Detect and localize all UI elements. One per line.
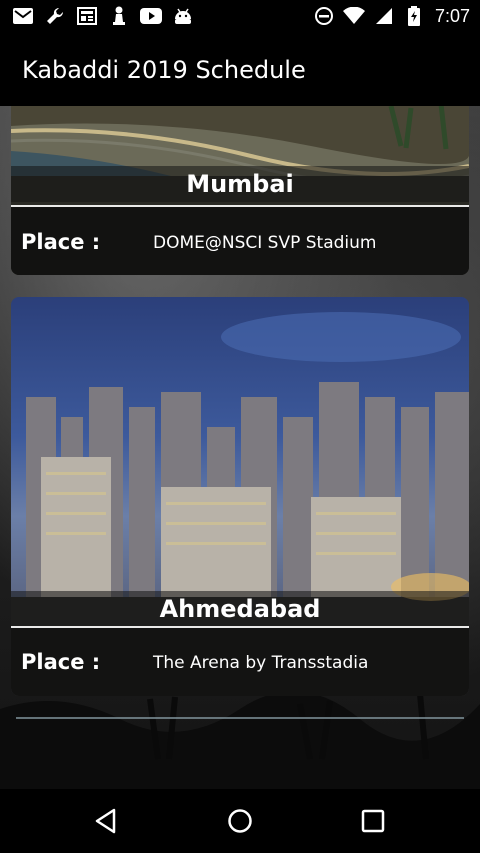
place-value: The Arena by Transstadia <box>153 653 369 673</box>
clock: 7:07 <box>434 5 470 26</box>
place-value: DOME@NSCI SVP Stadium <box>153 233 377 253</box>
signal-icon <box>373 5 395 27</box>
notification-icons <box>12 5 194 27</box>
chess-pawn-icon <box>108 5 130 27</box>
battery-charging-icon <box>403 5 425 27</box>
mail-icon <box>12 5 34 27</box>
recents-button[interactable] <box>353 803 393 839</box>
page-title: Kabaddi 2019 Schedule <box>22 56 306 84</box>
home-button[interactable] <box>220 803 260 839</box>
back-button[interactable] <box>86 803 126 839</box>
status-bar: 7:07 <box>0 0 480 34</box>
place-row: Place : DOME@NSCI SVP Stadium <box>11 207 469 275</box>
venue-list[interactable]: Mumbai Place : DOME@NSCI SVP Stadium Ahm… <box>0 106 480 789</box>
place-row: Place : The Arena by Transstadia <box>11 628 469 696</box>
navigation-bar <box>0 789 480 853</box>
list-end-divider <box>16 717 464 719</box>
place-label: Place : <box>21 230 101 254</box>
back-icon <box>95 808 116 834</box>
card-title-band: Mumbai <box>11 166 469 202</box>
venue-city: Ahmedabad <box>159 595 321 623</box>
venue-card-mumbai[interactable]: Mumbai Place : DOME@NSCI SVP Stadium <box>11 106 469 275</box>
wrench-icon <box>44 5 66 27</box>
home-icon <box>228 809 252 833</box>
place-label: Place : <box>21 650 101 674</box>
venue-card-ahmedabad[interactable]: Ahmedabad Place : The Arena by Transstad… <box>11 297 469 696</box>
wifi-icon <box>342 5 365 27</box>
card-title-band: Ahmedabad <box>11 591 469 627</box>
news-icon <box>76 5 98 27</box>
android-icon <box>172 5 194 27</box>
do-not-disturb-icon <box>313 5 335 27</box>
youtube-icon <box>140 5 162 27</box>
app-bar: Kabaddi 2019 Schedule <box>0 34 480 106</box>
venue-city: Mumbai <box>186 170 294 198</box>
recents-icon <box>361 809 385 833</box>
system-icons: 7:07 <box>313 5 470 27</box>
